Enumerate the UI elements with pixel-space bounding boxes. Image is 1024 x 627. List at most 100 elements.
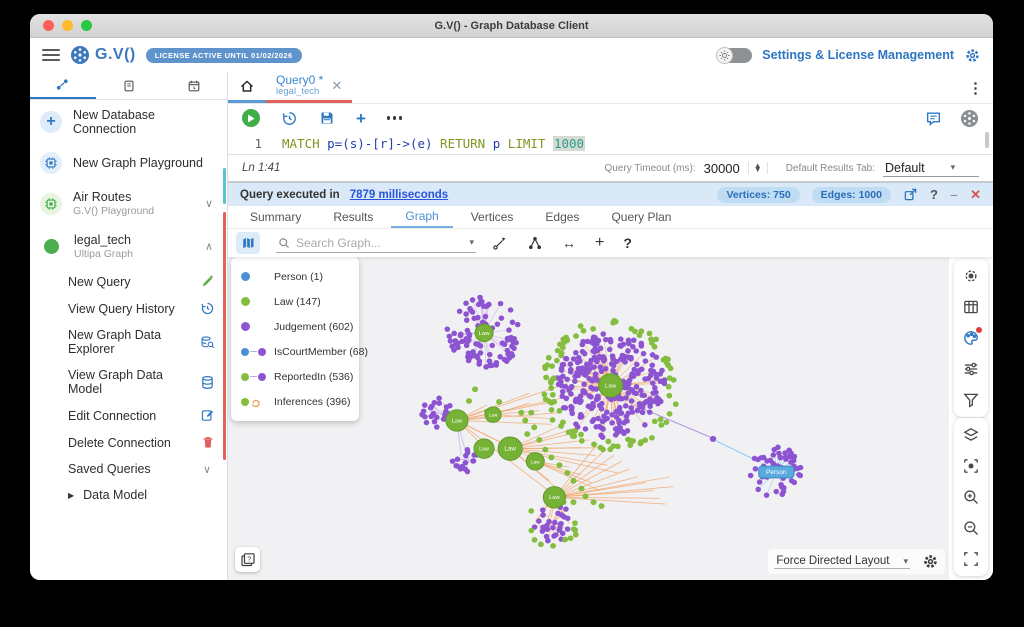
sidebar-item-view-query-history[interactable]: View Query History xyxy=(30,295,227,322)
chevron-down-icon: ∨ xyxy=(203,463,211,476)
sidebar-tab-connections[interactable] xyxy=(30,72,96,99)
timeout-stepper[interactable]: ▲▼ xyxy=(748,162,768,175)
theme-toggle[interactable] xyxy=(716,48,752,63)
sidebar-item-edit-connection[interactable]: Edit Connection xyxy=(30,402,227,429)
sidebar: + New Database Connection New Graph Play… xyxy=(30,72,228,580)
legend-item-judgement[interactable]: Judgement (602) xyxy=(231,314,359,339)
sidebar-item-new-graph-playground[interactable]: New Graph Playground xyxy=(30,144,227,182)
graph-help-icon[interactable]: ? xyxy=(623,235,632,251)
app-window: G.V() - Graph Database Client G.V() LICE… xyxy=(30,14,993,580)
select-value: Default xyxy=(885,161,925,175)
zoom-in-icon[interactable] xyxy=(962,488,980,506)
hamburger-menu-icon[interactable] xyxy=(42,49,60,61)
more-actions-button[interactable] xyxy=(387,116,403,120)
query-history-button[interactable] xyxy=(281,110,298,127)
graph-search-input[interactable] xyxy=(296,236,463,250)
results-tab-label: Default Results Tab: xyxy=(786,163,875,174)
svg-text:Law: Law xyxy=(504,446,516,453)
table-view-icon[interactable] xyxy=(962,298,980,316)
comment-icon[interactable] xyxy=(925,110,942,127)
stacked-windows-help-icon: ? xyxy=(240,552,256,568)
sidebar-item-new-database-connection[interactable]: + New Database Connection xyxy=(30,100,227,144)
gv-assist-icon[interactable] xyxy=(960,109,979,128)
search-caret-icon[interactable]: ▾ xyxy=(469,237,474,248)
editor-scrollbar[interactable] xyxy=(985,132,989,148)
executed-time-link[interactable]: 7879 milliseconds xyxy=(350,189,448,201)
graph-canvas[interactable]: LawLawPersonLawLawLawLawLawLaw Person (1… xyxy=(228,257,949,580)
minimize-results-icon[interactable]: − xyxy=(950,187,958,203)
timeout-value[interactable]: 30000 xyxy=(704,161,740,176)
map-icon xyxy=(241,236,256,250)
sidebar-item-saved-queries[interactable]: Saved Queries ∨ xyxy=(30,456,227,482)
tab-summary[interactable]: Summary xyxy=(236,206,315,228)
legend-item-law[interactable]: Law (147) xyxy=(231,289,359,314)
query-result-info-bar: Query executed in 7879 milliseconds Vert… xyxy=(228,181,993,206)
loop-arrow-icon xyxy=(250,396,262,408)
close-tab-icon[interactable]: ✕ xyxy=(331,78,342,94)
save-query-button[interactable] xyxy=(319,110,335,126)
display-settings-icon[interactable] xyxy=(962,360,980,378)
sidebar-item-new-graph-data-explorer[interactable]: New Graph Data Explorer xyxy=(30,322,227,362)
sidebar-tab-history[interactable] xyxy=(161,72,227,99)
chevron-down-icon[interactable]: ∨ xyxy=(205,197,213,210)
run-query-button[interactable] xyxy=(242,109,260,127)
legend-item-iscourtmember[interactable]: IsCourtMember (68) xyxy=(231,339,359,364)
brand-logo: G.V() xyxy=(70,45,136,65)
add-edge-icon[interactable] xyxy=(492,235,508,251)
tab-overflow-menu-icon[interactable]: ⋮ xyxy=(968,79,983,97)
tab-results[interactable]: Results xyxy=(319,206,387,228)
locate-node-icon[interactable] xyxy=(962,267,980,285)
calendar-clock-icon xyxy=(187,79,201,93)
settings-gear-icon[interactable] xyxy=(964,47,981,64)
menu-label: New Query xyxy=(68,275,131,289)
layers-icon[interactable] xyxy=(962,426,980,444)
sidebar-item-legal-tech[interactable]: legal_tech Ultipa Graph ∧ xyxy=(30,225,227,268)
sidebar-item-view-graph-data-model[interactable]: View Graph Data Model xyxy=(30,362,227,402)
minimap-toggle-button[interactable]: ? xyxy=(235,547,260,572)
connection-subtitle: G.V() Playground xyxy=(73,205,154,217)
graph-search-box[interactable]: ▾ xyxy=(276,234,476,253)
legend-map-button[interactable] xyxy=(236,232,260,254)
sidebar-item-label: New Graph Playground xyxy=(73,156,203,170)
hierarchy-layout-icon[interactable] xyxy=(527,235,543,251)
fullscreen-icon[interactable] xyxy=(962,550,980,568)
add-vertex-icon[interactable]: + xyxy=(595,234,604,252)
sidebar-item-data-model[interactable]: ▶ Data Model xyxy=(30,482,227,508)
sidebar-item-air-routes[interactable]: Air Routes G.V() Playground ∨ xyxy=(30,182,227,225)
home-tab[interactable] xyxy=(228,72,266,103)
new-query-tab-button[interactable]: + xyxy=(356,110,366,127)
chevron-up-icon[interactable]: ∧ xyxy=(205,240,213,253)
legend-item-reportedin[interactable]: ReportedIn (536) xyxy=(231,364,359,389)
tab-query-plan[interactable]: Query Plan xyxy=(597,206,685,228)
query-code[interactable]: MATCH p=(s)-[r]->(e) RETURN p LIMIT 1000 xyxy=(282,136,585,151)
layout-select[interactable]: Force Directed Layout ▾ xyxy=(774,554,910,569)
expand-edges-icon[interactable]: ↔ xyxy=(562,235,576,251)
gv-logo-icon xyxy=(70,45,90,65)
query-editor[interactable]: 1 MATCH p=(s)-[r]->(e) RETURN p LIMIT 10… xyxy=(228,132,993,154)
export-results-icon[interactable] xyxy=(903,187,918,202)
legend-item-inferences[interactable]: Inferences (396) xyxy=(231,389,359,414)
help-icon[interactable]: ? xyxy=(930,187,938,202)
default-results-tab-select[interactable]: Default ▾ xyxy=(883,160,979,177)
zoom-out-icon[interactable] xyxy=(962,519,980,537)
filter-icon[interactable] xyxy=(962,391,980,409)
svg-text:Person: Person xyxy=(766,469,787,476)
sidebar-tab-notebooks[interactable] xyxy=(96,72,162,99)
settings-license-link[interactable]: Settings & License Management xyxy=(762,48,954,62)
layout-settings-gear-icon[interactable] xyxy=(922,553,939,570)
close-results-icon[interactable]: ✕ xyxy=(970,187,981,203)
tab-vertices[interactable]: Vertices xyxy=(457,206,528,228)
token-pattern: p=(s)-[r]->(e) xyxy=(327,136,432,151)
sidebar-item-new-query[interactable]: New Query xyxy=(30,268,227,295)
style-palette-icon[interactable] xyxy=(962,329,980,347)
sidebar-item-delete-connection[interactable]: Delete Connection xyxy=(30,429,227,456)
menu-label: Edit Connection xyxy=(68,409,156,423)
vertices-badge: Vertices: 750 xyxy=(717,187,799,203)
svg-text:?: ? xyxy=(247,556,251,563)
tab-edges[interactable]: Edges xyxy=(531,206,593,228)
center-graph-icon[interactable] xyxy=(962,457,980,475)
tab-graph[interactable]: Graph xyxy=(391,206,452,228)
legend-item-person[interactable]: Person (1) xyxy=(231,264,359,289)
tab-query0[interactable]: Query0 * legal_tech ✕ xyxy=(266,72,352,103)
connection-name: Air Routes xyxy=(73,190,154,204)
